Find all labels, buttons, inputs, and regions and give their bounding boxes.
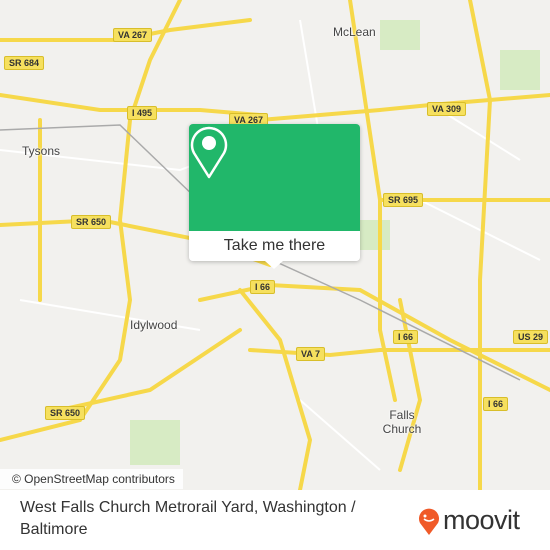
road-shield: SR 684 [4, 56, 45, 70]
popup-pointer [265, 261, 283, 269]
road-shield: VA 267 [113, 28, 153, 42]
road-shield: I 66 [250, 280, 276, 294]
moovit-logo: moovit [418, 505, 520, 536]
destination-popup: Take me there [189, 124, 360, 269]
road-shield: VA 7 [296, 347, 326, 361]
place-label: Idylwood [130, 318, 178, 332]
road-shield: SR 695 [383, 193, 424, 207]
popup-header [189, 124, 360, 231]
moovit-wordmark: moovit [443, 505, 520, 535]
take-me-there-button[interactable]: Take me there [189, 231, 360, 261]
road-shield: US 29 [513, 330, 549, 344]
location-title: West Falls Church Metrorail Yard, Washin… [20, 499, 356, 538]
place-label: Falls Church [382, 408, 422, 436]
moovit-pin-icon [419, 508, 439, 535]
place-label: Tysons [22, 144, 61, 158]
road-shield: SR 650 [71, 215, 112, 229]
road-shield: I 66 [393, 330, 419, 344]
map[interactable]: VA 267 SR 684 I 495 VA 267 VA 309 SR 695… [0, 0, 550, 490]
road-shield: I 495 [127, 106, 158, 120]
osm-attribution[interactable]: © OpenStreetMap contributors [0, 469, 183, 489]
road-shield: VA 309 [427, 102, 467, 116]
road-shield: SR 650 [45, 406, 86, 420]
place-label: McLean [333, 25, 376, 39]
road-shield: I 66 [483, 397, 509, 411]
map-pin-icon [190, 126, 228, 179]
